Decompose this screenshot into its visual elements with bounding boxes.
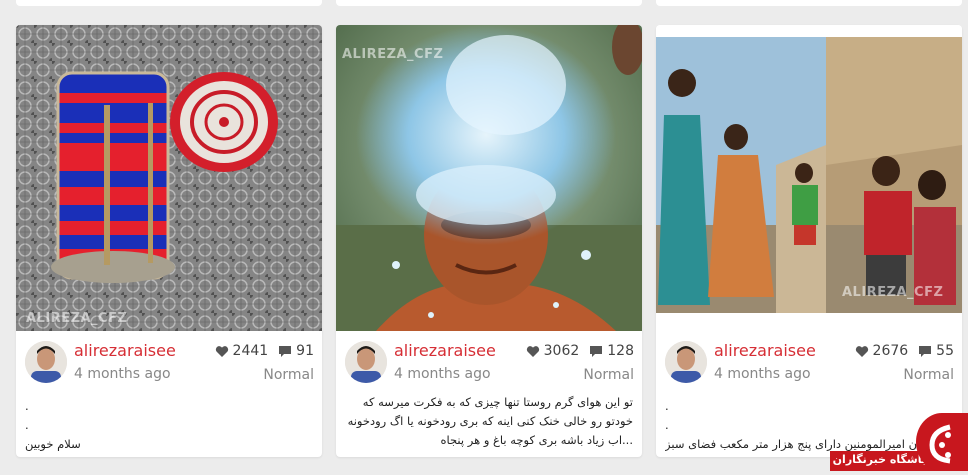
- post-time: 4 months ago: [394, 366, 491, 382]
- news-club-logo: باشگاه خبرنگاران: [830, 413, 968, 471]
- post-description: تو این هوای گرم روستا تنها چیزی که به فک…: [345, 393, 633, 450]
- post-time: 4 months ago: [714, 366, 811, 382]
- post-photo[interactable]: ALIREZA_CFZ: [656, 25, 962, 331]
- photo-watermark: ALIREZA_CFZ: [26, 311, 128, 326]
- previous-card-bottom: [656, 0, 962, 6]
- photo-watermark: ALIREZA_CFZ: [342, 47, 444, 62]
- comment-count: 128: [607, 343, 634, 359]
- previous-card-bottom: [336, 0, 642, 6]
- post-time: 4 months ago: [74, 366, 171, 382]
- desc-line: تو این هوای گرم روستا تنها چیزی که به فک…: [362, 395, 633, 409]
- avatar[interactable]: [665, 341, 707, 383]
- logo-label: باشگاه خبرنگاران: [832, 453, 926, 466]
- desc-line: خودتو رو خالی خنک کنی اینه که بری رودخون…: [347, 414, 633, 428]
- desc-line: .: [25, 399, 29, 413]
- heart-icon[interactable]: [855, 345, 869, 358]
- desc-line: .: [25, 418, 29, 432]
- post-meta: alirezaraisee 4 months ago 2441 91 Norma…: [16, 331, 322, 457]
- speech-bubble-icon[interactable]: [589, 345, 603, 358]
- post-stats: 2441 91: [209, 343, 314, 359]
- tiffin-box-photo: [16, 25, 322, 331]
- previous-card-bottom: [16, 0, 322, 6]
- post-stats: 3062 128: [520, 343, 634, 359]
- photo-watermark: ALIREZA_CFZ: [842, 285, 944, 300]
- post-stats: 2676 55: [849, 343, 954, 359]
- avatar[interactable]: [345, 341, 387, 383]
- post-photo[interactable]: ALIREZA_CFZ: [16, 25, 322, 331]
- desc-line: ...اب زیاد باشه بری کوچه باغ و هر پنجاه: [440, 433, 633, 447]
- post-description: . . سلام خوبین: [25, 397, 313, 454]
- like-count: 3062: [543, 343, 580, 359]
- logo-emblem-icon: [916, 413, 968, 471]
- water-splash-photo: [336, 25, 642, 331]
- heart-icon[interactable]: [526, 345, 540, 358]
- speech-bubble-icon[interactable]: [278, 345, 292, 358]
- user-tier: Normal: [263, 367, 314, 383]
- speech-bubble-icon[interactable]: [918, 345, 932, 358]
- username-link[interactable]: alirezaraisee: [714, 341, 816, 360]
- previous-row-cards: [0, 0, 968, 8]
- post-meta: alirezaraisee 4 months ago 3062 128 Norm…: [336, 331, 642, 457]
- post-card[interactable]: ALIREZA_CFZ alirezaraisee 4 months ago 2…: [16, 25, 322, 457]
- heart-icon[interactable]: [215, 345, 229, 358]
- post-card[interactable]: ALIREZA_CFZ alirezaraisee 4 months ago 3…: [336, 25, 642, 457]
- desc-line: سلام خوبین: [25, 437, 81, 451]
- post-card[interactable]: ALIREZA_CFZ alirezaraisee 4 months ago 2…: [656, 25, 962, 457]
- avatar[interactable]: [25, 341, 67, 383]
- user-tier: Normal: [583, 367, 634, 383]
- like-count: 2441: [232, 343, 269, 359]
- post-photo[interactable]: ALIREZA_CFZ: [336, 25, 642, 331]
- username-link[interactable]: alirezaraisee: [394, 341, 496, 360]
- like-count: 2676: [872, 343, 909, 359]
- comment-count: 55: [936, 343, 954, 359]
- user-tier: Normal: [903, 367, 954, 383]
- comment-count: 91: [296, 343, 314, 359]
- username-link[interactable]: alirezaraisee: [74, 341, 176, 360]
